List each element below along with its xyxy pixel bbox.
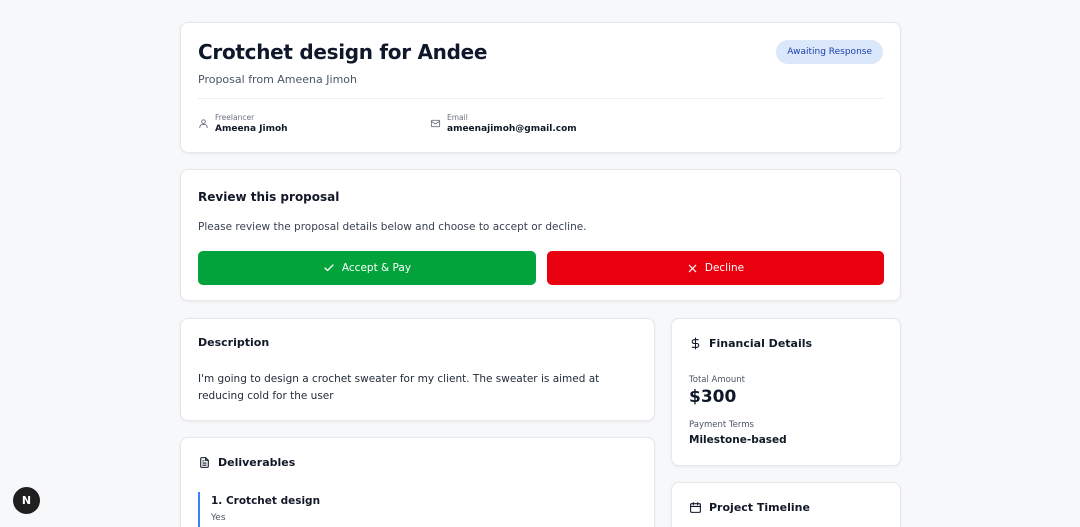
email-label: Email bbox=[447, 113, 468, 122]
deliverables-title: Deliverables bbox=[218, 456, 296, 469]
decline-button[interactable]: Decline bbox=[547, 251, 884, 285]
review-title: Review this proposal bbox=[198, 190, 340, 204]
review-instructions: Please review the proposal details below… bbox=[198, 221, 587, 233]
deliverable-item: 1. Crotchet design Yes bbox=[198, 492, 320, 527]
decline-label: Decline bbox=[704, 262, 745, 274]
description-text: I'm going to design a crochet sweater fo… bbox=[198, 373, 600, 402]
timeline-title: Project Timeline bbox=[709, 501, 810, 514]
timeline-heading: Project Timeline bbox=[689, 501, 810, 514]
accept-pay-label: Accept & Pay bbox=[341, 262, 412, 274]
file-text-icon bbox=[200, 457, 209, 468]
total-amount-value: $300 bbox=[689, 387, 737, 407]
freelancer-label: Freelancer bbox=[215, 113, 255, 122]
calendar-icon bbox=[690, 502, 701, 513]
review-card: Review this proposal Please review the p… bbox=[180, 169, 901, 301]
description-card: Description I'm going to design a croche… bbox=[180, 318, 655, 421]
project-timeline-card: Project Timeline bbox=[671, 482, 901, 527]
description-title: Description bbox=[198, 336, 270, 349]
x-icon bbox=[688, 264, 697, 272]
total-amount-label: Total Amount bbox=[689, 375, 745, 385]
page-title: Crotchet design for Andee bbox=[198, 40, 488, 64]
freelancer-name: Ameena Jimoh bbox=[215, 124, 288, 134]
payment-terms-label: Payment Terms bbox=[689, 420, 754, 430]
header-divider bbox=[198, 98, 883, 99]
financial-heading: Financial Details bbox=[689, 337, 812, 350]
mail-icon bbox=[430, 119, 441, 128]
financial-details-card: Financial Details Total Amount $300 Paym… bbox=[671, 318, 901, 466]
dollar-icon bbox=[691, 337, 700, 350]
status-badge: Awaiting Response bbox=[776, 40, 883, 64]
deliverable-name: 1. Crotchet design bbox=[211, 495, 321, 507]
proposal-subtitle: Proposal from Ameena Jimoh bbox=[198, 73, 357, 86]
deliverable-meta: Yes bbox=[211, 513, 226, 523]
email-value: ameenajimoh@gmail.com bbox=[447, 124, 577, 134]
check-icon bbox=[324, 264, 334, 272]
dev-tools-badge[interactable]: N bbox=[13, 487, 40, 514]
payment-terms-value: Milestone-based bbox=[689, 434, 787, 446]
deliverables-card: Deliverables 1. Crotchet design Yes bbox=[180, 437, 655, 527]
financial-title: Financial Details bbox=[709, 337, 813, 350]
proposal-header-card: Crotchet design for Andee Proposal from … bbox=[180, 22, 901, 153]
deliverables-heading: Deliverables bbox=[198, 456, 295, 469]
user-icon bbox=[199, 119, 208, 129]
accept-pay-button[interactable]: Accept & Pay bbox=[198, 251, 536, 285]
